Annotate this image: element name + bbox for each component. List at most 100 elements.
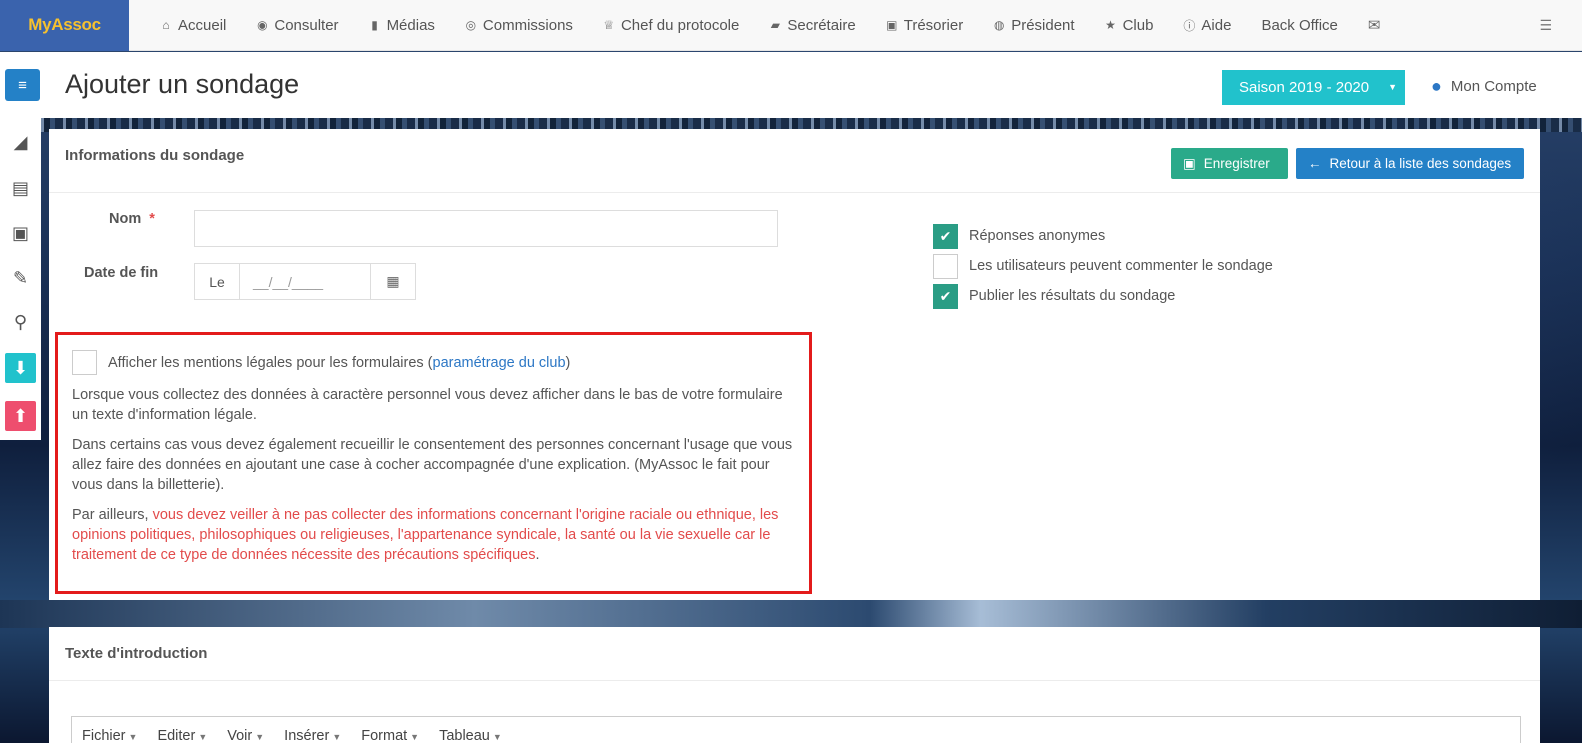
page-title: Ajouter un sondage [65, 69, 300, 99]
date-prefix: Le [195, 264, 240, 299]
check-icon: ✔ [939, 227, 952, 244]
nav-label: Président [1011, 16, 1075, 34]
caret-down-icon: ▼ [255, 732, 265, 742]
book-icon: ▰ [770, 18, 780, 32]
comments-checkbox[interactable] [933, 253, 958, 279]
rich-text-editor: Fichier ▼ Editer ▼ Voir ▼ Insérer ▼ Format ▼ … [71, 716, 1521, 743]
sidebar-upload-icon[interactable]: ⬆ [5, 401, 36, 431]
survey-info-card: Informations du sondage ▣ Enregistrer ← … [49, 129, 1540, 600]
anonymous-checkbox[interactable]: ✔ [933, 223, 958, 249]
option-label: Publier les résultats du sondage [969, 288, 1176, 304]
card2-header: Texte d'introduction [49, 627, 1540, 681]
publish-results-checkbox[interactable]: ✔ [933, 283, 958, 309]
account-menu[interactable]: ● Mon Compte [1431, 76, 1537, 97]
nav-item-commissions[interactable]: ◎ Commissions [450, 0, 588, 51]
option-anonymous: ✔ Réponses anonymes [933, 221, 1273, 251]
account-label: Mon Compte [1450, 78, 1537, 95]
nav-label: Commissions [482, 16, 573, 34]
menu-inserer[interactable]: Insérer ▼ [284, 728, 341, 743]
nav-item-consulter[interactable]: ◉ Consulter [241, 0, 353, 51]
legal-paragraph-2: Dans certains cas vous devez également r… [72, 437, 793, 493]
sidebar-document-icon[interactable]: ▤ [5, 173, 36, 203]
save-label: Enregistrer [1203, 156, 1270, 171]
legal-warning-text: vous devez veiller à ne pas collecter de… [72, 507, 779, 563]
nav-label: Accueil [178, 16, 227, 34]
end-date-label: Date de fin [84, 265, 159, 281]
nav-label: Club [1122, 16, 1154, 34]
sidebar-toggle-button[interactable]: ≡ [5, 69, 40, 101]
caret-down-icon: ▼ [198, 732, 208, 742]
legal-checkbox-row: Afficher les mentions légales pour les f… [72, 350, 795, 375]
nav-item-back-office[interactable]: Back Office [1246, 0, 1352, 51]
legal-mentions-checkbox[interactable] [72, 350, 97, 375]
option-label: Réponses anonymes [969, 228, 1106, 244]
card-header: Informations du sondage ▣ Enregistrer ← … [49, 129, 1540, 193]
option-publish-results: ✔ Publier les résultats du sondage [933, 281, 1273, 311]
menu-format[interactable]: Format ▼ [361, 728, 419, 743]
trophy-icon: ♕ [603, 18, 615, 32]
nav-item-secretaire[interactable]: ▰ Secrétaire [754, 0, 870, 51]
menu-tableau[interactable]: Tableau ▼ [439, 728, 502, 743]
hamburger-icon: ≡ [18, 76, 27, 94]
menu-voir[interactable]: Voir ▼ [227, 728, 264, 743]
nav-item-tresorier[interactable]: ▣ Trésorier [871, 0, 978, 51]
name-input[interactable] [194, 210, 778, 247]
globe-icon: ◍ [993, 18, 1005, 32]
legal-label-pre: Afficher les mentions légales pour les f… [108, 354, 433, 371]
money-icon: ▣ [886, 18, 898, 32]
club-settings-link[interactable]: paramétrage du club [433, 355, 566, 371]
menu-editer[interactable]: Editer ▼ [157, 728, 207, 743]
user-circle-icon: ◎ [465, 18, 477, 32]
file-icon: ▮ [371, 18, 378, 32]
nav-item-medias[interactable]: ▮ Médias [354, 0, 450, 51]
nav-item-aide[interactable]: ⓘ Aide [1168, 0, 1246, 51]
sidebar-map-marker-icon[interactable]: ⚲ [5, 307, 36, 337]
nav-item-chef-du-protocole[interactable]: ♕ Chef du protocole [588, 0, 754, 51]
top-navbar: MyAssoc ⌂ Accueil ◉ Consulter ▮ Médias ◎ Com… [0, 0, 1582, 51]
legal-notice-box: Afficher les mentions légales pour les f… [55, 332, 812, 594]
nav-item-club[interactable]: ★ Club [1090, 0, 1169, 51]
sidebar-chart-icon[interactable]: ◢ [5, 127, 36, 157]
sidebar-download-icon[interactable]: ⬇ [5, 353, 36, 383]
end-date-input[interactable]: __/__/____ [240, 264, 370, 299]
eye-icon: ◉ [257, 18, 268, 32]
editor-menubar: Fichier ▼ Editer ▼ Voir ▼ Insérer ▼ Format ▼ … [72, 717, 1520, 743]
main-nav: ⌂ Accueil ◉ Consulter ▮ Médias ◎ Commissions… [129, 0, 1395, 51]
save-button[interactable]: ▣ Enregistrer [1171, 148, 1288, 179]
nav-label: Consulter [274, 16, 339, 34]
back-to-list-button[interactable]: ← Retour à la liste des sondages [1296, 148, 1524, 179]
menu-fichier[interactable]: Fichier ▼ [82, 728, 137, 743]
menu-label: Voir [227, 728, 253, 743]
season-select[interactable]: Saison 2019 - 2020 ▼ [1222, 70, 1405, 105]
menu-label: Insérer [284, 728, 330, 743]
caret-down-icon: ▼ [1388, 82, 1397, 92]
star-icon: ★ [1105, 18, 1116, 32]
nav-item-president[interactable]: ◍ Président [978, 0, 1089, 51]
menu-label: Tableau [439, 728, 490, 743]
end-date-field: Le __/__/____ ▦ [194, 263, 416, 300]
option-comments: Les utilisateurs peuvent commenter le so… [933, 251, 1273, 281]
menu-toggle-icon[interactable]: ☰ [1539, 17, 1582, 34]
name-label: Nom * [109, 211, 155, 227]
sidebar-money-icon[interactable]: ▣ [5, 218, 36, 248]
legal-paragraph-3: Par ailleurs, vous devez veiller à ne pa… [72, 505, 795, 565]
legal-paragraph-1: Lorsque vous collectez des données à car… [72, 387, 783, 423]
required-marker: * [149, 211, 155, 227]
menu-label: Editer [157, 728, 196, 743]
survey-options: ✔ Réponses anonymes Les utilisateurs peu… [933, 221, 1273, 311]
caret-down-icon: ▼ [492, 732, 502, 742]
menu-label: Format [361, 728, 408, 743]
nav-item-accueil[interactable]: ⌂ Accueil [145, 0, 241, 51]
legal-p3-post: . [535, 547, 540, 563]
user-icon: ● [1431, 76, 1442, 96]
brand-logo[interactable]: MyAssoc [0, 0, 129, 51]
nav-label: Secrétaire [787, 16, 856, 34]
envelope-icon: ✉ [1367, 17, 1381, 34]
card-title: Informations du sondage [65, 147, 245, 164]
sidebar-wrench-icon[interactable]: ✎ [5, 263, 36, 293]
nav-item-messages[interactable]: ✉ [1353, 0, 1395, 51]
calendar-icon[interactable]: ▦ [370, 264, 415, 299]
nav-label: Aide [1201, 16, 1232, 34]
legal-label-post: ) [565, 354, 571, 371]
nav-label: Chef du protocole [620, 16, 740, 34]
